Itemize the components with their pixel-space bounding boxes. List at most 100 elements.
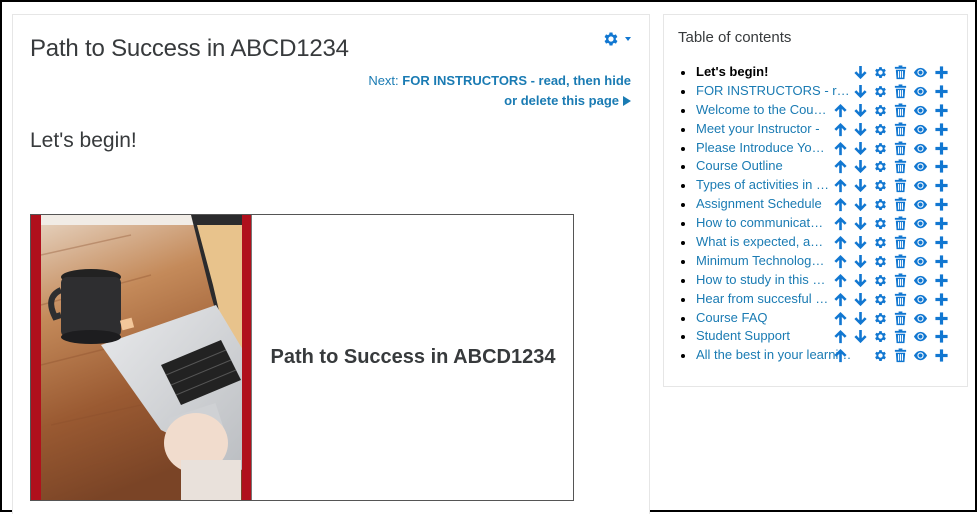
arrow-up-icon[interactable] <box>833 159 848 174</box>
eye-icon[interactable] <box>913 159 928 174</box>
toc-item-link[interactable]: What is expected, and what to expect <box>696 233 829 252</box>
arrow-up-icon[interactable] <box>833 292 848 307</box>
plus-icon[interactable] <box>934 273 949 288</box>
gear-icon[interactable] <box>873 84 888 99</box>
gear-icon[interactable] <box>873 65 888 80</box>
plus-icon[interactable] <box>934 178 949 193</box>
arrow-up-icon[interactable] <box>833 348 848 363</box>
arrow-down-icon[interactable] <box>853 292 868 307</box>
gear-icon[interactable] <box>873 141 888 156</box>
toc-item-link[interactable]: Hear from succesful students <box>696 290 829 309</box>
arrow-down-icon[interactable] <box>853 329 868 344</box>
arrow-up-icon[interactable] <box>833 235 848 250</box>
gear-icon[interactable] <box>873 103 888 118</box>
plus-icon[interactable] <box>934 197 949 212</box>
trash-icon[interactable] <box>893 103 908 118</box>
plus-icon[interactable] <box>934 348 949 363</box>
eye-icon[interactable] <box>913 292 928 307</box>
trash-icon[interactable] <box>893 197 908 212</box>
page-settings-menu[interactable] <box>602 28 642 50</box>
gear-icon[interactable] <box>873 122 888 137</box>
eye-icon[interactable] <box>913 178 928 193</box>
arrow-up-icon[interactable] <box>833 178 848 193</box>
trash-icon[interactable] <box>893 122 908 137</box>
eye-icon[interactable] <box>913 273 928 288</box>
gear-icon[interactable] <box>873 197 888 212</box>
trash-icon[interactable] <box>893 216 908 231</box>
gear-icon[interactable] <box>873 292 888 307</box>
arrow-down-icon[interactable] <box>853 273 868 288</box>
plus-icon[interactable] <box>934 103 949 118</box>
arrow-down-icon[interactable] <box>853 141 868 156</box>
eye-icon[interactable] <box>913 329 928 344</box>
toc-item-link[interactable]: FOR INSTRUCTORS - read, then hide or del… <box>696 82 852 101</box>
plus-icon[interactable] <box>934 254 949 269</box>
trash-icon[interactable] <box>893 65 908 80</box>
arrow-up-icon[interactable] <box>833 103 848 118</box>
gear-icon[interactable] <box>873 216 888 231</box>
eye-icon[interactable] <box>913 122 928 137</box>
eye-icon[interactable] <box>913 103 928 118</box>
trash-icon[interactable] <box>893 329 908 344</box>
toc-item-link[interactable]: How to study in this course <box>696 271 829 290</box>
toc-item-link[interactable]: All the best in your learning <box>696 346 852 365</box>
plus-icon[interactable] <box>934 159 949 174</box>
plus-icon[interactable] <box>934 235 949 250</box>
trash-icon[interactable] <box>893 292 908 307</box>
arrow-up-icon[interactable] <box>833 311 848 326</box>
trash-icon[interactable] <box>893 348 908 363</box>
trash-icon[interactable] <box>893 141 908 156</box>
gear-icon[interactable] <box>873 311 888 326</box>
eye-icon[interactable] <box>913 84 928 99</box>
gear-icon[interactable] <box>873 273 888 288</box>
toc-item-link[interactable]: Student Support <box>696 327 829 346</box>
arrow-up-icon[interactable] <box>833 122 848 137</box>
trash-icon[interactable] <box>893 235 908 250</box>
arrow-up-icon[interactable] <box>833 216 848 231</box>
arrow-down-icon[interactable] <box>853 84 868 99</box>
eye-icon[interactable] <box>913 254 928 269</box>
gear-icon[interactable] <box>873 159 888 174</box>
toc-item-link[interactable]: Meet your Instructor - <box>696 120 829 139</box>
arrow-down-icon[interactable] <box>853 197 868 212</box>
eye-icon[interactable] <box>913 348 928 363</box>
plus-icon[interactable] <box>934 329 949 344</box>
arrow-up-icon[interactable] <box>833 273 848 288</box>
plus-icon[interactable] <box>934 122 949 137</box>
trash-icon[interactable] <box>893 273 908 288</box>
gear-icon[interactable] <box>873 348 888 363</box>
eye-icon[interactable] <box>913 197 928 212</box>
arrow-down-icon[interactable] <box>853 65 868 80</box>
gear-icon[interactable] <box>873 329 888 344</box>
arrow-down-icon[interactable] <box>853 159 868 174</box>
gear-icon[interactable] <box>873 178 888 193</box>
trash-icon[interactable] <box>893 311 908 326</box>
toc-item-link[interactable]: Course Outline <box>696 157 829 176</box>
eye-icon[interactable] <box>913 311 928 326</box>
arrow-down-icon[interactable] <box>853 254 868 269</box>
arrow-up-icon[interactable] <box>833 197 848 212</box>
plus-icon[interactable] <box>934 65 949 80</box>
gear-icon[interactable] <box>873 254 888 269</box>
arrow-down-icon[interactable] <box>853 122 868 137</box>
arrow-down-icon[interactable] <box>853 216 868 231</box>
toc-item-link[interactable]: Please Introduce Yourself <box>696 139 829 158</box>
plus-icon[interactable] <box>934 84 949 99</box>
arrow-up-icon[interactable] <box>833 254 848 269</box>
toc-item-link[interactable]: Course FAQ <box>696 309 829 328</box>
plus-icon[interactable] <box>934 311 949 326</box>
next-page-link[interactable]: Next: FOR INSTRUCTORS - read, then hide … <box>331 71 631 111</box>
toc-item-link[interactable]: Types of activities in this course <box>696 176 829 195</box>
eye-icon[interactable] <box>913 235 928 250</box>
toc-item-link[interactable]: Welcome to the Course <box>696 101 829 120</box>
toc-item-link[interactable]: Minimum Technology Requirements <box>696 252 829 271</box>
arrow-down-icon[interactable] <box>853 235 868 250</box>
toc-item-link[interactable]: Assignment Schedule <box>696 195 829 214</box>
gear-icon[interactable] <box>873 235 888 250</box>
arrow-down-icon[interactable] <box>853 178 868 193</box>
trash-icon[interactable] <box>893 84 908 99</box>
eye-icon[interactable] <box>913 216 928 231</box>
eye-icon[interactable] <box>913 141 928 156</box>
trash-icon[interactable] <box>893 159 908 174</box>
trash-icon[interactable] <box>893 254 908 269</box>
